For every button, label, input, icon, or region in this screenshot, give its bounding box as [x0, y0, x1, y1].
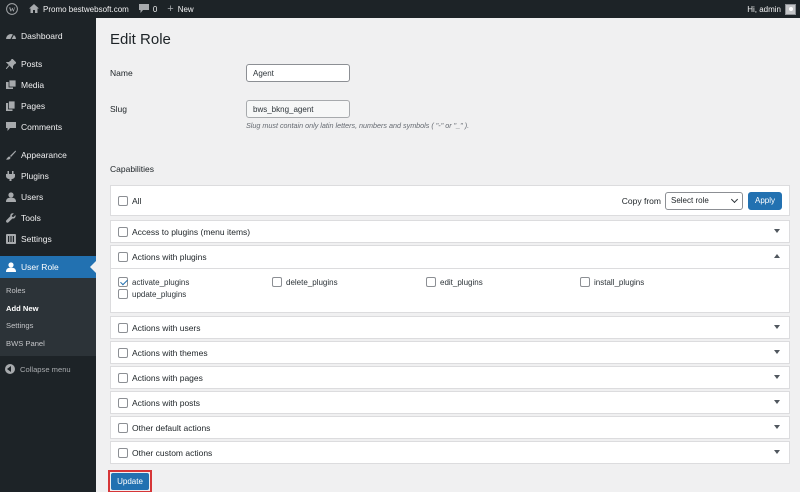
menu-item-comments[interactable]: Comments: [0, 116, 96, 137]
copy-from-select[interactable]: Select role: [664, 191, 743, 210]
cap-checkbox[interactable]: [426, 277, 436, 287]
submenu-item-settings[interactable]: Settings: [0, 317, 96, 335]
chevron-down-icon: [730, 195, 739, 203]
slug-description: Slug must contain only latin letters, nu…: [246, 121, 470, 130]
svg-text:W: W: [9, 6, 16, 13]
group-actions-pages[interactable]: Actions with pages: [110, 366, 790, 389]
cap-delete-plugins[interactable]: delete_plugins: [272, 277, 338, 287]
user-role-submenu: Roles Add New Settings BWS Panel: [0, 278, 96, 356]
admin-sidebar: Dashboard Posts Media Pages Comments App…: [0, 18, 96, 492]
group-checkbox[interactable]: [118, 348, 128, 358]
capabilities-label: Capabilities: [110, 164, 154, 174]
expand-arrow-icon[interactable]: [774, 350, 780, 354]
menu-item-users[interactable]: Users: [0, 186, 96, 207]
media-icon: [5, 79, 16, 90]
comments-icon: [5, 122, 16, 131]
group-other-default[interactable]: Other default actions: [110, 416, 790, 439]
group-actions-plugins[interactable]: Actions with plugins activate_plugins de…: [110, 245, 790, 313]
name-input[interactable]: [246, 64, 350, 82]
menu-item-appearance[interactable]: Appearance: [0, 144, 96, 165]
menu-item-pages[interactable]: Pages: [0, 95, 96, 116]
capabilities-toolbar: All Copy from Select role Apply: [110, 185, 790, 216]
copy-from-label: Copy from: [621, 195, 661, 206]
site-name: Promo bestwebsoft.com: [43, 4, 129, 14]
expand-arrow-icon[interactable]: [774, 425, 780, 429]
all-checkbox[interactable]: [118, 195, 128, 206]
new-content-link[interactable]: + New: [162, 0, 198, 18]
update-button[interactable]: Update: [111, 473, 149, 490]
collapse-menu-button[interactable]: Collapse menu: [0, 359, 96, 379]
comment-bubble-icon: [138, 3, 149, 15]
all-label: All: [132, 195, 142, 206]
comments-count: 0: [152, 4, 158, 14]
menu-item-posts[interactable]: Posts: [0, 53, 96, 74]
collapse-arrow-icon[interactable]: [774, 254, 780, 258]
pages-icon: [5, 100, 16, 111]
group-checkbox[interactable]: [118, 227, 128, 237]
menu-item-media[interactable]: Media: [0, 74, 96, 95]
group-checkbox[interactable]: [118, 448, 128, 458]
menu-item-tools[interactable]: Tools: [0, 207, 96, 228]
comments-link[interactable]: 0: [134, 0, 162, 18]
home-icon: [29, 3, 39, 15]
new-label: New: [177, 4, 194, 14]
dashboard-icon: [5, 31, 16, 40]
copy-from-group: Copy from Select role Apply: [621, 191, 782, 210]
group-checkbox[interactable]: [118, 323, 128, 333]
wordpress-logo-icon[interactable]: W: [0, 0, 24, 18]
menu-item-settings[interactable]: Settings: [0, 228, 96, 249]
collapse-arrow-icon: [5, 364, 15, 374]
expand-arrow-icon[interactable]: [774, 229, 780, 233]
plugin-capabilities: activate_plugins delete_plugins edit_plu…: [111, 268, 789, 312]
expand-arrow-icon[interactable]: [774, 400, 780, 404]
paintbrush-icon: [5, 150, 16, 160]
slug-label: Slug: [110, 104, 128, 114]
submenu-item-bws-panel[interactable]: BWS Panel: [0, 335, 96, 353]
menu-item-dashboard[interactable]: Dashboard: [0, 25, 96, 46]
group-checkbox[interactable]: [118, 373, 128, 383]
admin-bar: W Promo bestwebsoft.com 0 + New Hi, admi…: [0, 0, 800, 18]
group-checkbox[interactable]: [118, 398, 128, 408]
plus-icon: +: [167, 3, 174, 15]
page-title: Edit Role: [110, 31, 171, 48]
site-name-link[interactable]: Promo bestwebsoft.com: [24, 0, 134, 18]
name-label: Name: [110, 68, 133, 78]
cap-update-plugins[interactable]: update_plugins: [118, 289, 186, 299]
cap-checkbox[interactable]: [118, 277, 128, 287]
group-actions-themes[interactable]: Actions with themes: [110, 341, 790, 364]
group-access-plugins[interactable]: Access to plugins (menu items): [110, 220, 790, 243]
apply-button[interactable]: Apply: [747, 191, 782, 210]
cap-activate-plugins[interactable]: activate_plugins: [118, 277, 189, 287]
wrench-icon: [5, 212, 16, 223]
update-button-highlight: Update: [108, 470, 152, 492]
cap-checkbox[interactable]: [580, 277, 590, 287]
user-icon: [5, 191, 16, 202]
greeting: Hi, admin: [747, 4, 781, 14]
submenu-item-roles[interactable]: Roles: [0, 282, 96, 300]
pushpin-icon: [5, 58, 16, 69]
my-account-link[interactable]: Hi, admin: [742, 0, 800, 18]
expand-arrow-icon[interactable]: [774, 375, 780, 379]
expand-arrow-icon[interactable]: [774, 450, 780, 454]
group-actions-posts[interactable]: Actions with posts: [110, 391, 790, 414]
plugin-icon: [5, 170, 16, 181]
user-role-icon: [5, 262, 16, 272]
slug-input[interactable]: [246, 100, 350, 118]
group-checkbox[interactable]: [118, 252, 128, 262]
menu-item-user-role[interactable]: User Role: [0, 256, 96, 278]
cap-checkbox[interactable]: [272, 277, 282, 287]
menu-item-plugins[interactable]: Plugins: [0, 165, 96, 186]
cap-edit-plugins[interactable]: edit_plugins: [426, 277, 483, 287]
group-other-custom[interactable]: Other custom actions: [110, 441, 790, 464]
group-checkbox[interactable]: [118, 423, 128, 433]
expand-arrow-icon[interactable]: [774, 325, 780, 329]
group-actions-users[interactable]: Actions with users: [110, 316, 790, 339]
submenu-item-add-new[interactable]: Add New: [0, 300, 96, 318]
settings-sliders-icon: [5, 233, 16, 244]
cap-checkbox[interactable]: [118, 289, 128, 299]
cap-install-plugins[interactable]: install_plugins: [580, 277, 644, 287]
avatar: [785, 3, 796, 15]
